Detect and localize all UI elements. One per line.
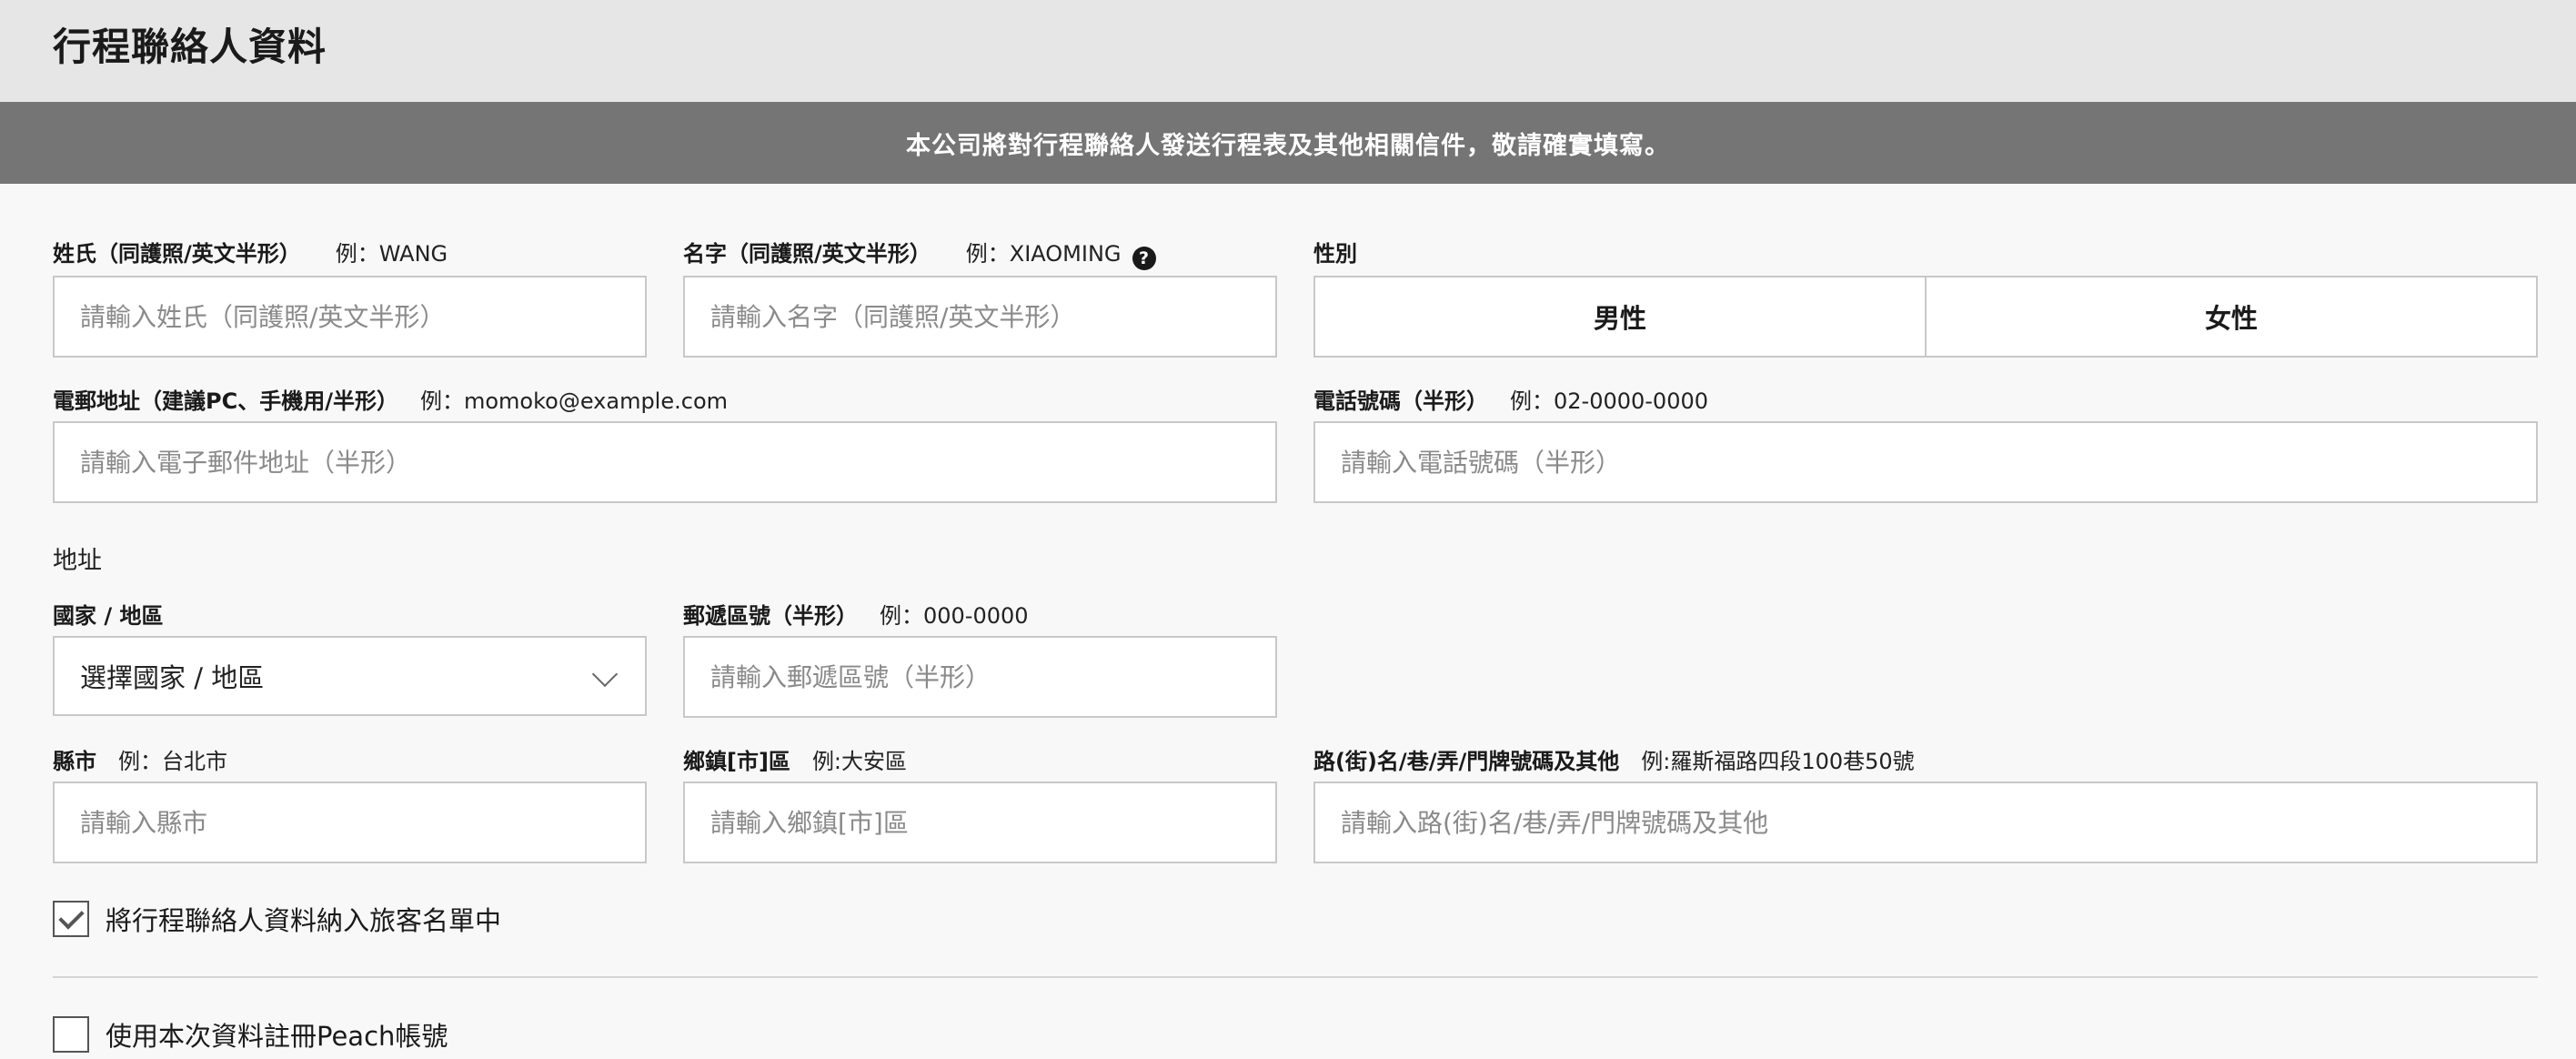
street-example: 例:羅斯福路四段100巷50號 [1641,749,1915,774]
district-label: 鄉鎮[市]區 [683,749,790,774]
postal-label-group: 郵遞區號（半形） 例：000-0000 [683,600,1029,631]
gender-label: 性別 [1313,241,1357,267]
given-name-input[interactable] [683,276,1277,358]
city-example: 例：台北市 [118,749,227,774]
email-label-group: 電郵地址（建議PC、手機用/半形） 例：momoko@example.com [53,386,728,417]
page-header: 行程聯絡人資料 [0,0,2576,102]
phone-label-group: 電話號碼（半形） 例：02-0000-0000 [1313,386,1708,417]
email-input[interactable] [53,421,1277,503]
email-example: 例：momoko@example.com [419,388,729,414]
include-in-passenger-list-option[interactable]: 將行程聯絡人資料納入旅客名單中 [53,900,501,938]
surname-label: 姓氏（同護照/英文半形） [53,241,301,267]
email-label: 電郵地址（建議PC、手機用/半形） [53,388,398,414]
country-label: 國家 / 地區 [53,603,164,629]
surname-example: 例：WANG [335,241,448,267]
postal-label: 郵遞區號（半形） [683,603,858,629]
gender-label-group: 性別 [1313,238,1357,269]
include-in-passenger-list-label: 將行程聯絡人資料納入旅客名單中 [106,905,502,936]
gender-selector: 男性 女性 [1313,276,2538,358]
phone-label: 電話號碼（半形） [1313,388,1488,414]
chevron-down-icon [591,661,619,688]
district-example: 例:大安區 [811,749,908,774]
given-name-label-group: 名字（同護照/英文半形） 例：XIAOMING? [683,238,1156,270]
register-account-option[interactable]: 使用本次資料註冊Peach帳號 [53,1015,448,1054]
city-input[interactable] [53,782,647,863]
country-select[interactable]: 選擇國家 / 地區 [53,636,647,716]
gender-male-button[interactable]: 男性 [1315,277,1925,356]
district-input[interactable] [683,782,1277,863]
street-address-input[interactable] [1313,782,2538,863]
page-title: 行程聯絡人資料 [53,25,327,69]
address-section-title: 地址 [53,547,102,575]
include-in-passenger-list-checkbox[interactable] [53,901,89,937]
postal-code-input[interactable] [683,636,1277,718]
country-select-value: 選擇國家 / 地區 [80,662,265,693]
city-label: 縣市 [53,749,96,774]
given-name-label: 名字（同護照/英文半形） [683,241,931,267]
contact-info-page: 行程聯絡人資料 本公司將對行程聯絡人發送行程表及其他相關信件，敬請確實填寫。 姓… [0,0,2576,1059]
surname-label-group: 姓氏（同護照/英文半形） 例：WANG [53,238,448,269]
register-account-label: 使用本次資料註冊Peach帳號 [106,1021,448,1052]
notice-banner: 本公司將對行程聯絡人發送行程表及其他相關信件，敬請確實填寫。 [0,102,2576,184]
surname-input[interactable] [53,276,647,358]
register-account-checkbox[interactable] [53,1016,89,1053]
given-name-example: 例：XIAOMING [965,241,1122,267]
phone-input[interactable] [1313,421,2538,503]
street-label-group: 路(街)名/巷/弄/門牌號碼及其他 例:羅斯福路四段100巷50號 [1313,746,1915,777]
postal-example: 例：000-0000 [880,603,1029,629]
city-label-group: 縣市 例：台北市 [53,746,227,777]
gender-female-button[interactable]: 女性 [1925,277,2536,356]
district-label-group: 鄉鎮[市]區 例:大安區 [683,746,907,777]
section-divider [53,976,2538,978]
phone-example: 例：02-0000-0000 [1510,388,1709,414]
country-label-group: 國家 / 地區 [53,600,163,631]
street-label: 路(街)名/巷/弄/門牌號碼及其他 [1313,749,1620,774]
help-icon[interactable]: ? [1132,247,1156,270]
